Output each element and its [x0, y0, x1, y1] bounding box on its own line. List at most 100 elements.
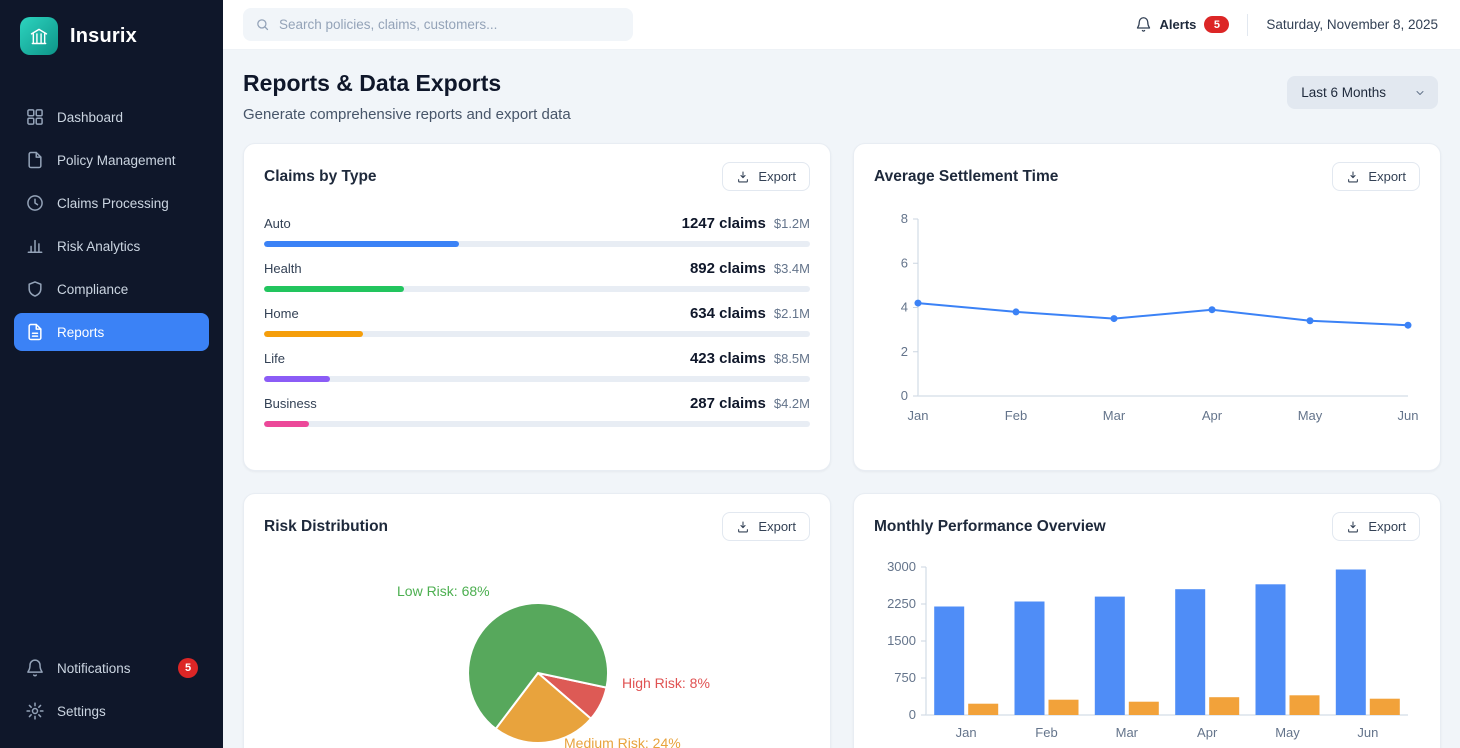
- page-header: Reports & Data Exports Generate comprehe…: [223, 50, 1460, 143]
- policy-icon: [25, 150, 45, 170]
- claim-progress-fill: [264, 241, 459, 247]
- claim-count: 634 claims: [690, 305, 766, 322]
- download-icon: [736, 520, 750, 534]
- claim-progress-fill: [264, 421, 309, 427]
- export-button-performance[interactable]: Export: [1332, 512, 1420, 541]
- brand: Insurix: [0, 0, 223, 72]
- svg-text:Jan: Jan: [956, 725, 977, 740]
- svg-text:6: 6: [901, 255, 908, 270]
- svg-text:8: 8: [901, 211, 908, 226]
- card-title: Average Settlement Time: [874, 168, 1058, 186]
- sidebar-item-dashboard[interactable]: Dashboard: [14, 98, 209, 136]
- main-area: Alerts 5 Saturday, November 8, 2025 Repo…: [223, 0, 1460, 748]
- svg-text:Mar: Mar: [1116, 725, 1139, 740]
- claims-row-business: Business 287 claims $4.2M: [264, 395, 810, 427]
- card-monthly-performance: Monthly Performance Overview Export 0750…: [853, 493, 1441, 748]
- cards-grid: Claims by Type Export Auto1247 claims$1.…: [223, 143, 1460, 748]
- sidebar-item-label: Policy Management: [57, 153, 176, 168]
- gear-icon: [25, 701, 45, 721]
- compliance-shield-icon: [25, 279, 45, 299]
- svg-text:Mar: Mar: [1103, 408, 1126, 423]
- search-input[interactable]: [279, 17, 621, 32]
- claim-progress-track: [264, 376, 810, 382]
- svg-text:Jun: Jun: [1398, 408, 1419, 423]
- export-button-claims[interactable]: Export: [722, 162, 810, 191]
- chevron-down-icon: [1414, 87, 1426, 99]
- topbar-right: Alerts 5 Saturday, November 8, 2025: [1135, 14, 1438, 36]
- page-title: Reports & Data Exports: [243, 70, 571, 97]
- svg-text:Apr: Apr: [1202, 408, 1223, 423]
- app-root: Insurix Dashboard Policy Management Claims…: [0, 0, 1460, 748]
- svg-text:750: 750: [894, 670, 916, 685]
- claim-progress-fill: [264, 331, 363, 337]
- claim-count: 423 claims: [690, 350, 766, 367]
- svg-text:4: 4: [901, 300, 908, 315]
- sidebar: Insurix Dashboard Policy Management Claims…: [0, 0, 223, 748]
- sidebar-item-label: Claims Processing: [57, 196, 169, 211]
- svg-text:Feb: Feb: [1035, 725, 1057, 740]
- pie-label-high-risk: High Risk: 8%: [622, 675, 710, 691]
- claim-type-label: Life: [264, 351, 285, 366]
- topbar-divider: [1247, 14, 1248, 36]
- date-range-value: Last 6 Months: [1301, 85, 1386, 100]
- claims-row-home: Home634 claims$2.1M: [264, 305, 810, 337]
- claim-progress-track: [264, 331, 810, 337]
- alerts-badge: 5: [1204, 16, 1229, 33]
- sidebar-item-label: Notifications: [57, 661, 131, 676]
- claims-row-auto: Auto1247 claims$1.2M: [264, 215, 810, 247]
- topbar: Alerts 5 Saturday, November 8, 2025: [223, 0, 1460, 50]
- claim-progress-track: [264, 286, 810, 292]
- claim-amount: $1.2M: [774, 216, 810, 231]
- svg-text:2250: 2250: [887, 596, 916, 611]
- card-title: Monthly Performance Overview: [874, 518, 1106, 536]
- alerts-button[interactable]: Alerts 5: [1135, 16, 1230, 33]
- export-button-settlement[interactable]: Export: [1332, 162, 1420, 191]
- export-button-risk[interactable]: Export: [722, 512, 810, 541]
- sidebar-item-notifications[interactable]: Notifications 5: [14, 649, 209, 687]
- claims-row-health: Health 892 claims $3.4M: [264, 260, 810, 292]
- download-icon: [1346, 170, 1360, 184]
- search-box[interactable]: [243, 8, 633, 41]
- card-claims-by-type: Claims by Type Export Auto1247 claims$1.…: [243, 143, 831, 471]
- claim-type-label: Business: [264, 396, 317, 411]
- sidebar-item-risk-analytics[interactable]: Risk Analytics: [14, 227, 209, 265]
- svg-text:Jun: Jun: [1357, 725, 1378, 740]
- sidebar-footer: Notifications 5 Settings: [0, 649, 223, 748]
- claim-amount: $8.5M: [774, 351, 810, 366]
- sidebar-item-reports[interactable]: Reports: [14, 313, 209, 351]
- card-title: Risk Distribution: [264, 518, 388, 536]
- page-subtitle: Generate comprehensive reports and expor…: [243, 106, 571, 123]
- sidebar-item-claims-processing[interactable]: Claims Processing: [14, 184, 209, 222]
- alerts-label: Alerts: [1160, 17, 1197, 32]
- claim-type-label: Auto: [264, 216, 291, 231]
- claim-amount: $3.4M: [774, 261, 810, 276]
- claim-progress-track: [264, 421, 810, 427]
- download-icon: [736, 170, 750, 184]
- claims-clock-icon: [25, 193, 45, 213]
- svg-text:1500: 1500: [887, 633, 916, 648]
- claims-row-life: Life 423 claims $8.5M: [264, 350, 810, 382]
- date-range-dropdown[interactable]: Last 6 Months: [1287, 76, 1438, 109]
- claim-amount: $4.2M: [774, 396, 810, 411]
- sidebar-item-label: Reports: [57, 325, 104, 340]
- svg-text:2: 2: [901, 344, 908, 359]
- claim-count: 892 claims: [690, 260, 766, 277]
- svg-text:Feb: Feb: [1005, 408, 1027, 423]
- claim-amount: $2.1M: [774, 306, 810, 321]
- claim-type-label: Health: [264, 261, 302, 276]
- sidebar-item-compliance[interactable]: Compliance: [14, 270, 209, 308]
- performance-bar-chart: 0750150022503000JanFebMarAprMayJun: [874, 555, 1420, 748]
- brand-name: Insurix: [70, 25, 137, 48]
- sidebar-item-settings[interactable]: Settings: [14, 692, 209, 730]
- sidebar-item-label: Settings: [57, 704, 106, 719]
- sidebar-item-label: Risk Analytics: [57, 239, 140, 254]
- sidebar-item-label: Dashboard: [57, 110, 123, 125]
- bell-icon: [25, 658, 45, 678]
- sidebar-item-policy-management[interactable]: Policy Management: [14, 141, 209, 179]
- dashboard-icon: [25, 107, 45, 127]
- notifications-badge: 5: [178, 658, 198, 678]
- pie-label-medium-risk: Medium Risk: 24%: [564, 735, 681, 748]
- claim-count: 287 claims: [690, 395, 766, 412]
- card-title: Claims by Type: [264, 168, 377, 186]
- svg-text:May: May: [1275, 725, 1300, 740]
